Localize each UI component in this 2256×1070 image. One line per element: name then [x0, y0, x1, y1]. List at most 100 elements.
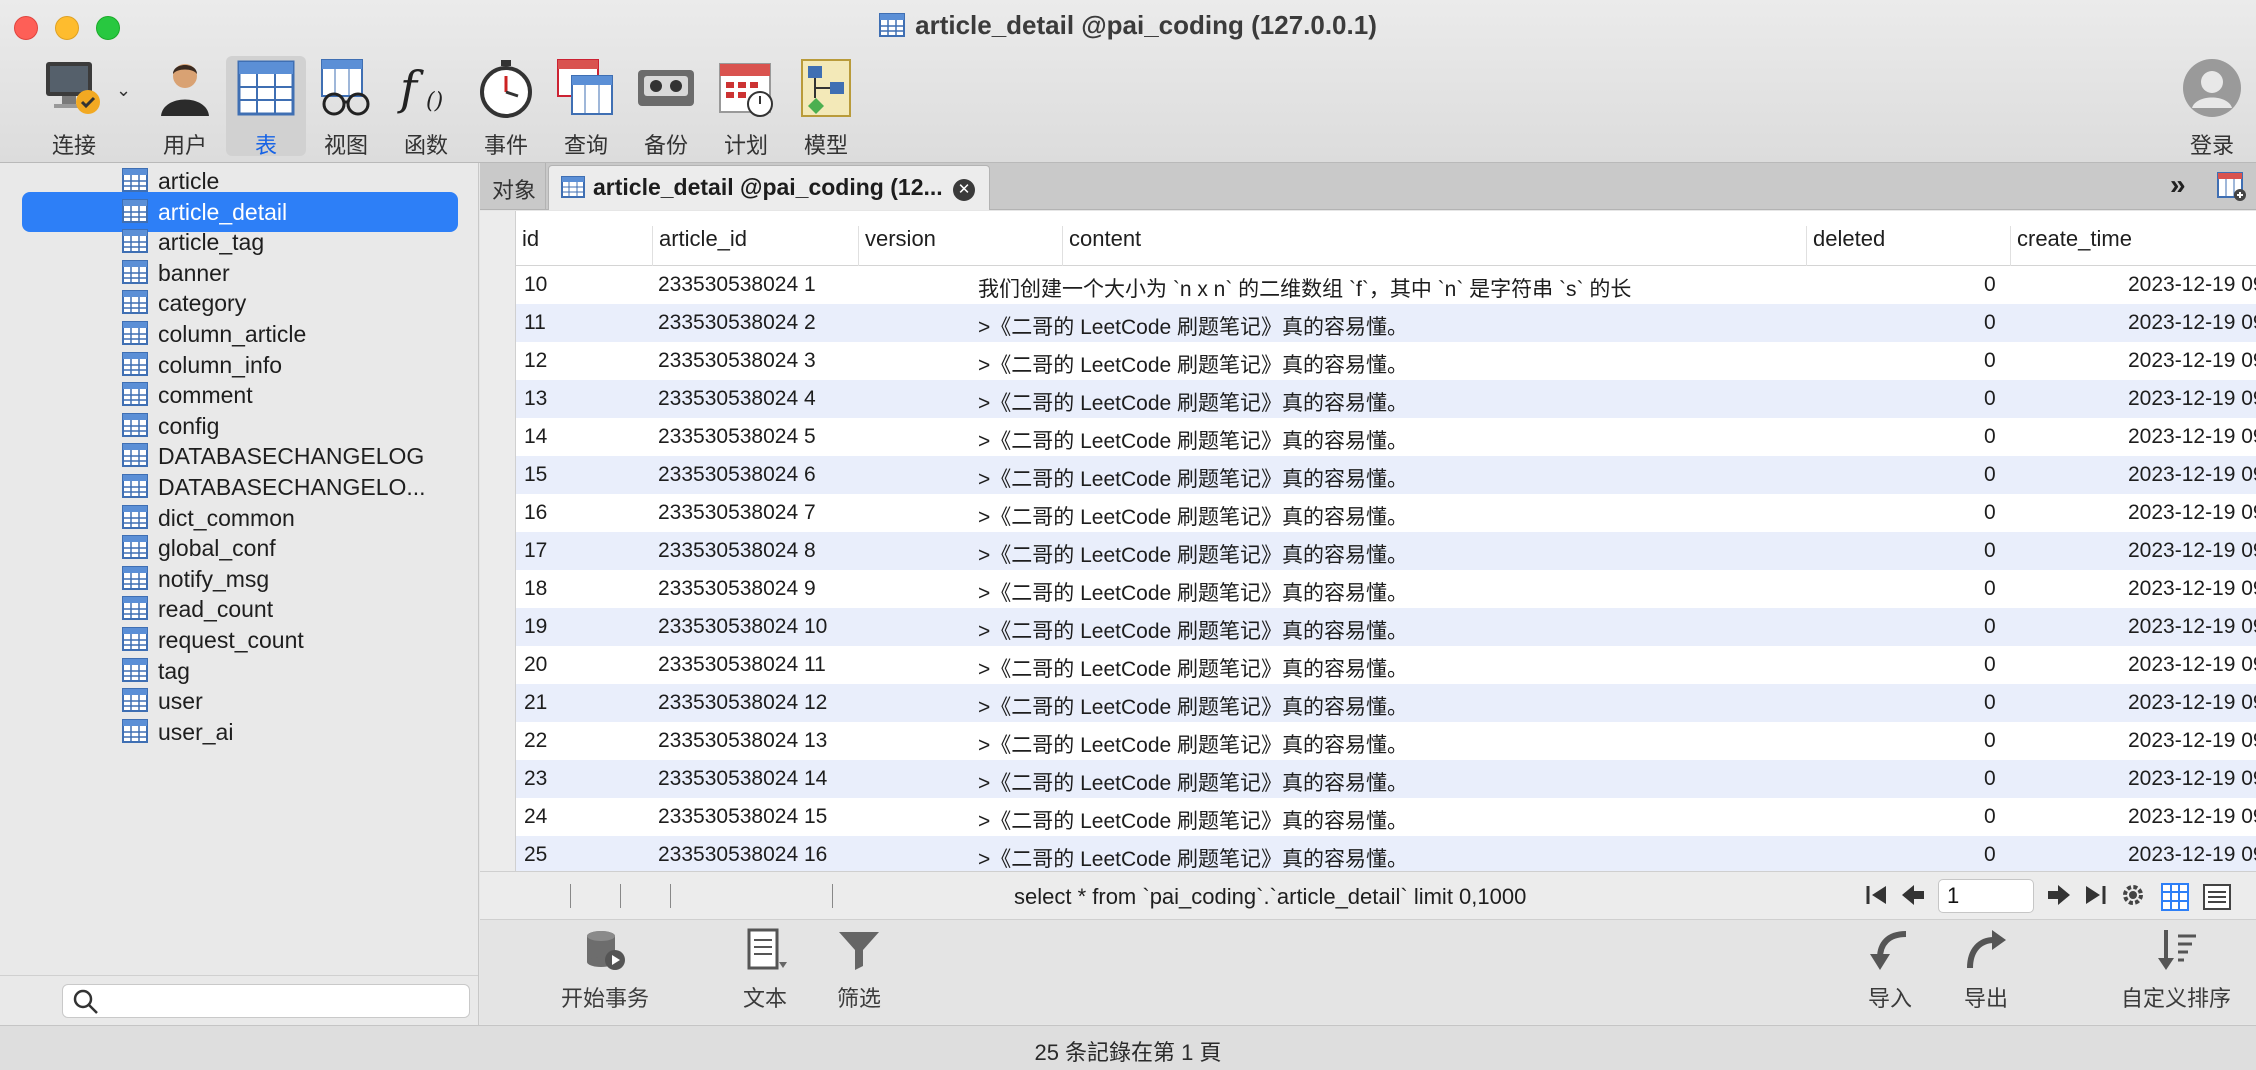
- table-row[interactable]: 202335305380243411 >《二哥的 LeetCode 刷题笔记》真的…: [516, 646, 2256, 684]
- toolbar-function-button[interactable]: f() 函数: [386, 56, 466, 158]
- cell-version[interactable]: 12: [804, 691, 964, 715]
- tab-article-detail[interactable]: article_detail @pai_coding (12... ✕: [548, 165, 990, 210]
- cell-deleted[interactable]: 0: [1984, 615, 2124, 639]
- cell-content[interactable]: >《二哥的 LeetCode 刷题笔记》真的容易懂。: [978, 767, 1983, 797]
- cell-version[interactable]: 3: [804, 349, 964, 373]
- tab-close-icon[interactable]: ✕: [953, 179, 975, 201]
- cell-id[interactable]: 16: [524, 501, 654, 525]
- toolbar-schedule-button[interactable]: 计划: [706, 56, 786, 158]
- table-row[interactable]: 10233530538024341 我们创建一个大小为 `n x n` 的二维数组…: [516, 266, 2256, 304]
- cell-version[interactable]: 9: [804, 577, 964, 601]
- cell-create-time[interactable]: 2023-12-19 09: [2128, 311, 2256, 335]
- toolbar-user-button[interactable]: 用户: [145, 56, 225, 158]
- sidebar-item-user-ai[interactable]: user_ai: [22, 712, 458, 752]
- cell-deleted[interactable]: 0: [1984, 425, 2124, 449]
- cell-deleted[interactable]: 0: [1984, 387, 2124, 411]
- toolbar-query-button[interactable]: 查询: [546, 56, 626, 158]
- cell-create-time[interactable]: 2023-12-19 09: [2128, 615, 2256, 639]
- table-row[interactable]: 13233530538024344 >《二哥的 LeetCode 刷题笔记》真的容…: [516, 380, 2256, 418]
- cell-id[interactable]: 23: [524, 767, 654, 791]
- cell-article-id[interactable]: 23353053802434: [658, 691, 798, 715]
- cell-create-time[interactable]: 2023-12-19 09: [2128, 273, 2256, 297]
- toolbar-model-button[interactable]: 模型: [786, 56, 866, 158]
- cell-version[interactable]: 11: [804, 653, 964, 677]
- table-row[interactable]: 16233530538024347 >《二哥的 LeetCode 刷题笔记》真的容…: [516, 494, 2256, 532]
- cell-article-id[interactable]: 23353053802434: [658, 729, 798, 753]
- cell-create-time[interactable]: 2023-12-19 09: [2128, 577, 2256, 601]
- cell-create-time[interactable]: 2023-12-19 09: [2128, 501, 2256, 525]
- table-row[interactable]: 232335305380243414 >《二哥的 LeetCode 刷题笔记》真的…: [516, 760, 2256, 798]
- cell-article-id[interactable]: 23353053802434: [658, 463, 798, 487]
- cell-id[interactable]: 24: [524, 805, 654, 829]
- cell-create-time[interactable]: 2023-12-19 09: [2128, 463, 2256, 487]
- cell-id[interactable]: 25: [524, 843, 654, 867]
- toolbar-event-button[interactable]: 事件: [466, 56, 546, 158]
- column-header-version[interactable]: version: [858, 226, 936, 266]
- cell-deleted[interactable]: 0: [1984, 539, 2124, 563]
- form-view-icon[interactable]: [2202, 882, 2232, 917]
- connection-dropdown-chevron-icon[interactable]: ⌄: [116, 80, 131, 101]
- cell-content[interactable]: >《二哥的 LeetCode 刷题笔记》真的容易懂。: [978, 539, 1983, 569]
- column-header-create-time[interactable]: create_time: [2010, 226, 2132, 266]
- table-row[interactable]: 242335305380243415 >《二哥的 LeetCode 刷题笔记》真的…: [516, 798, 2256, 836]
- cell-create-time[interactable]: 2023-12-19 09: [2128, 843, 2256, 867]
- table-row[interactable]: 14233530538024345 >《二哥的 LeetCode 刷题笔记》真的容…: [516, 418, 2256, 456]
- cell-id[interactable]: 10: [524, 273, 654, 297]
- toolbar-table-button[interactable]: 表: [226, 56, 306, 158]
- sidebar-search-field[interactable]: [62, 984, 470, 1018]
- cell-id[interactable]: 19: [524, 615, 654, 639]
- cell-version[interactable]: 13: [804, 729, 964, 753]
- cell-id[interactable]: 20: [524, 653, 654, 677]
- settings-gear-icon[interactable]: [2120, 882, 2146, 913]
- cell-content[interactable]: >《二哥的 LeetCode 刷题笔记》真的容易懂。: [978, 463, 1983, 493]
- cell-content[interactable]: >《二哥的 LeetCode 刷题笔记》真的容易懂。: [978, 311, 1983, 341]
- cell-article-id[interactable]: 23353053802434: [658, 425, 798, 449]
- last-page-icon[interactable]: [2082, 882, 2108, 913]
- cell-create-time[interactable]: 2023-12-19 09: [2128, 653, 2256, 677]
- table-row[interactable]: 212335305380243412 >《二哥的 LeetCode 刷题笔记》真的…: [516, 684, 2256, 722]
- import-button[interactable]: 导入: [1860, 928, 1920, 1013]
- cell-deleted[interactable]: 0: [1984, 463, 2124, 487]
- cell-article-id[interactable]: 23353053802434: [658, 311, 798, 335]
- cell-create-time[interactable]: 2023-12-19 09: [2128, 767, 2256, 791]
- cell-version[interactable]: 8: [804, 539, 964, 563]
- cell-deleted[interactable]: 0: [1984, 653, 2124, 677]
- table-row[interactable]: 11233530538024342 >《二哥的 LeetCode 刷题笔记》真的容…: [516, 304, 2256, 342]
- cell-create-time[interactable]: 2023-12-19 09: [2128, 539, 2256, 563]
- column-header-content[interactable]: content: [1062, 226, 1141, 266]
- cell-id[interactable]: 12: [524, 349, 654, 373]
- cell-article-id[interactable]: 23353053802434: [658, 539, 798, 563]
- cell-version[interactable]: 5: [804, 425, 964, 449]
- cell-content[interactable]: >《二哥的 LeetCode 刷题笔记》真的容易懂。: [978, 653, 1983, 683]
- cell-deleted[interactable]: 0: [1984, 501, 2124, 525]
- cell-version[interactable]: 16: [804, 843, 964, 867]
- cell-article-id[interactable]: 23353053802434: [658, 501, 798, 525]
- cell-version[interactable]: 4: [804, 387, 964, 411]
- cell-create-time[interactable]: 2023-12-19 09: [2128, 805, 2256, 829]
- column-header-id[interactable]: id: [516, 226, 539, 266]
- cell-deleted[interactable]: 0: [1984, 843, 2124, 867]
- cell-id[interactable]: 17: [524, 539, 654, 563]
- cell-id[interactable]: 18: [524, 577, 654, 601]
- cell-content[interactable]: >《二哥的 LeetCode 刷题笔记》真的容易懂。: [978, 349, 1983, 379]
- cell-article-id[interactable]: 23353053802434: [658, 615, 798, 639]
- table-row[interactable]: 222335305380243413 >《二哥的 LeetCode 刷题笔记》真的…: [516, 722, 2256, 760]
- cell-version[interactable]: 14: [804, 767, 964, 791]
- cell-version[interactable]: 2: [804, 311, 964, 335]
- table-row[interactable]: 12233530538024343 >《二哥的 LeetCode 刷题笔记》真的容…: [516, 342, 2256, 380]
- cell-id[interactable]: 22: [524, 729, 654, 753]
- cell-article-id[interactable]: 23353053802434: [658, 349, 798, 373]
- cell-article-id[interactable]: 23353053802434: [658, 767, 798, 791]
- cell-id[interactable]: 11: [524, 311, 654, 335]
- first-page-icon[interactable]: [1864, 882, 1890, 913]
- cell-create-time[interactable]: 2023-12-19 09: [2128, 729, 2256, 753]
- cell-id[interactable]: 21: [524, 691, 654, 715]
- cell-deleted[interactable]: 0: [1984, 729, 2124, 753]
- cell-content[interactable]: >《二哥的 LeetCode 刷题笔记》真的容易懂。: [978, 387, 1983, 417]
- cell-content[interactable]: >《二哥的 LeetCode 刷题笔记》真的容易懂。: [978, 501, 1983, 531]
- table-row[interactable]: 17233530538024348 >《二哥的 LeetCode 刷题笔记》真的容…: [516, 532, 2256, 570]
- cell-id[interactable]: 14: [524, 425, 654, 449]
- filter-button[interactable]: 筛选: [824, 928, 894, 1013]
- toolbar-view-button[interactable]: 视图: [306, 56, 386, 158]
- cell-article-id[interactable]: 23353053802434: [658, 843, 798, 867]
